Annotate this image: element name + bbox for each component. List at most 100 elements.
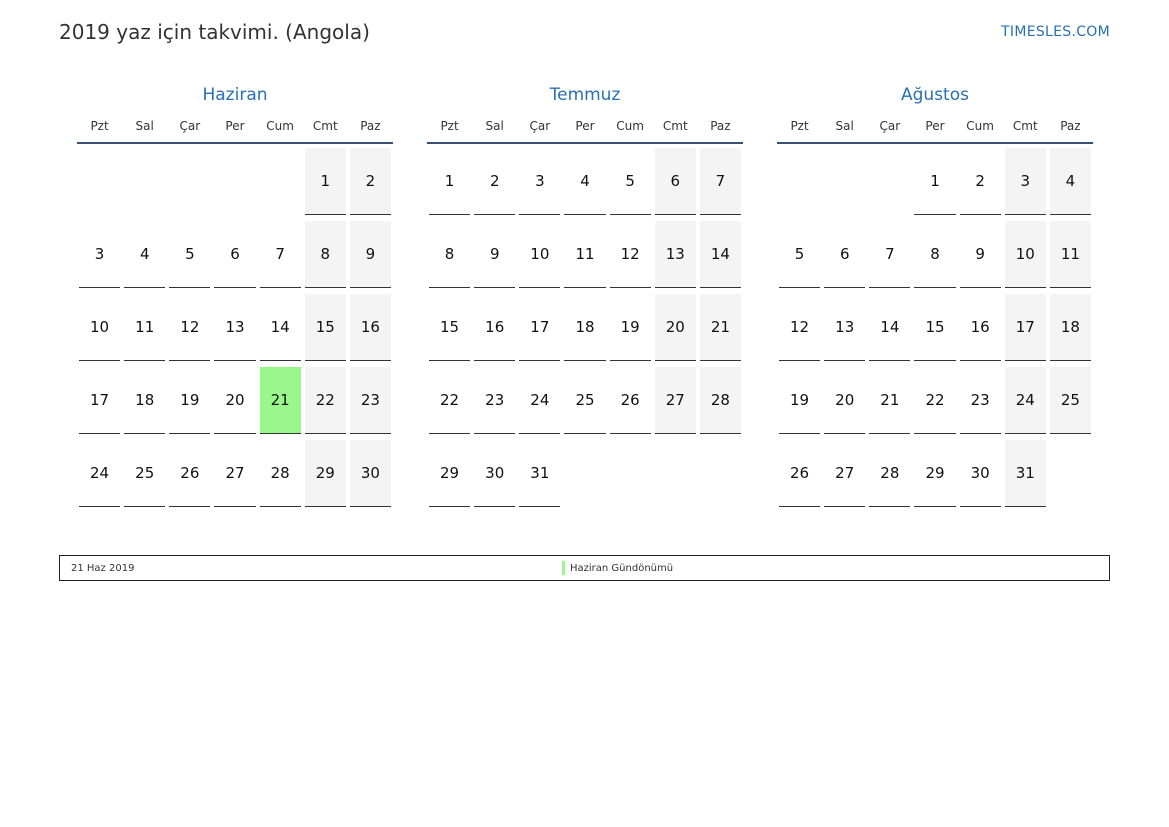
day-cell: 4 (124, 221, 166, 288)
day-cell: 27 (824, 440, 866, 507)
month-name: Ağustos (901, 85, 969, 105)
site-link[interactable]: TIMESLES.COM (1001, 24, 1110, 40)
day-cell: 19 (609, 294, 651, 361)
day-cell: 7 (259, 221, 301, 288)
day-cell: 15 (304, 294, 346, 361)
day-cell: 6 (824, 221, 866, 288)
day-cell: 13 (654, 221, 696, 288)
weekday-label: Paz (710, 119, 731, 133)
day-cell: 23 (474, 367, 516, 434)
day-cell (124, 148, 165, 215)
day-cell: 20 (824, 367, 866, 434)
day-cell: 4 (1049, 148, 1091, 215)
day-cell: 5 (779, 221, 821, 288)
day-cell: 25 (124, 440, 166, 507)
day-cell (869, 148, 910, 215)
day-cell: 28 (869, 440, 911, 507)
day-cell: 24 (1004, 367, 1046, 434)
month-calendar: Ağustos Pzt Sal Çar Per Cum Cmt Paz 1 2 3 4 5 6 7 8 9 10 1… (777, 82, 1093, 513)
day-cell: 22 (429, 367, 471, 434)
day-cell: 31 (1004, 440, 1046, 507)
day-cell: 24 (79, 440, 121, 507)
day-cell: 17 (519, 294, 561, 361)
day-cell: 22 (304, 367, 346, 434)
weekday-label: Cmt (312, 119, 338, 133)
day-cell: 18 (124, 367, 166, 434)
weekday-label: Cmt (662, 119, 688, 133)
day-cell: 5 (169, 221, 211, 288)
day-cell: 20 (654, 294, 696, 361)
day-cell (700, 440, 741, 507)
day-cell: 21 (699, 294, 741, 361)
weekday-header: Pzt Sal Çar Per Cum Cmt Paz (777, 116, 1093, 144)
day-cell: 12 (779, 294, 821, 361)
week-row: 1234567 (427, 148, 743, 221)
weekday-label: Çar (529, 119, 551, 133)
week-row: 12 (77, 148, 393, 221)
week-row: 8 9 10 11 12 13 14 (427, 221, 743, 294)
week-row: 24 25 26 27 28 29 30 (77, 440, 393, 513)
legend-color-marker (562, 561, 565, 575)
day-cell: 8 (914, 221, 956, 288)
day-cell: 8 (304, 221, 346, 288)
month-name: Haziran (202, 85, 268, 105)
day-cell: 4 (564, 148, 606, 215)
day-cell: 1 (429, 148, 471, 215)
week-row: 19 20 21 22 23 24 25 (777, 367, 1093, 440)
week-row: 3456789 (77, 221, 393, 294)
week-row: 5 6 7 8 9 10 11 (777, 221, 1093, 294)
day-cell: 23 (349, 367, 391, 434)
day-cell: 11 (124, 294, 166, 361)
day-cell: 13 (214, 294, 256, 361)
day-cell: 28 (699, 367, 741, 434)
legend-date: 21 Haz 2019 (71, 563, 135, 574)
day-cell: 28 (259, 440, 301, 507)
weekday-label: Sal (135, 119, 154, 133)
day-cell: 2 (349, 148, 391, 215)
weekday-label: Sal (485, 119, 504, 133)
day-cell: 16 (474, 294, 516, 361)
day-cell: 9 (474, 221, 516, 288)
weekday-label: Per (925, 119, 945, 133)
weekday-label: Çar (179, 119, 201, 133)
day-cell: 1 (914, 148, 956, 215)
weekday-label: Cmt (1012, 119, 1038, 133)
day-cell: 20 (214, 367, 256, 434)
day-cell (564, 440, 605, 507)
weekday-label: Cum (966, 119, 994, 133)
day-cell: 10 (1004, 221, 1046, 288)
week-row: 26 27 28 29 30 31 (777, 440, 1093, 513)
day-cell: 11 (1049, 221, 1091, 288)
weekday-label: Paz (1060, 119, 1081, 133)
day-cell: 27 (654, 367, 696, 434)
week-row: 12 13 14 15 16 17 18 (777, 294, 1093, 367)
day-cell: 15 (914, 294, 956, 361)
day-cell: 25 (1049, 367, 1091, 434)
day-cell: 6 (654, 148, 696, 215)
weekday-label: Per (575, 119, 595, 133)
weekday-label: Paz (360, 119, 381, 133)
day-cell: 19 (779, 367, 821, 434)
week-row: 17 18 19 20 21 22 23 (77, 367, 393, 440)
weekday-label: Pzt (440, 119, 459, 133)
day-cell: 2 (474, 148, 516, 215)
month-name: Temmuz (549, 85, 621, 105)
day-cell: 2 (959, 148, 1001, 215)
day-cell: 13 (824, 294, 866, 361)
day-cell: 30 (959, 440, 1001, 507)
weekday-label: Sal (835, 119, 854, 133)
day-cell: 31 (519, 440, 561, 507)
day-cell: 23 (959, 367, 1001, 434)
day-cell: 12 (609, 221, 651, 288)
weekday-label: Çar (879, 119, 901, 133)
day-cell: 10 (79, 294, 121, 361)
day-cell: 17 (79, 367, 121, 434)
day-cell: 18 (564, 294, 606, 361)
day-cell: 29 (429, 440, 471, 507)
day-cell: 9 (349, 221, 391, 288)
day-cell (655, 440, 696, 507)
day-cell: 26 (169, 440, 211, 507)
weekday-label: Pzt (90, 119, 109, 133)
day-cell: 3 (79, 221, 121, 288)
day-cell: 3 (1004, 148, 1046, 215)
